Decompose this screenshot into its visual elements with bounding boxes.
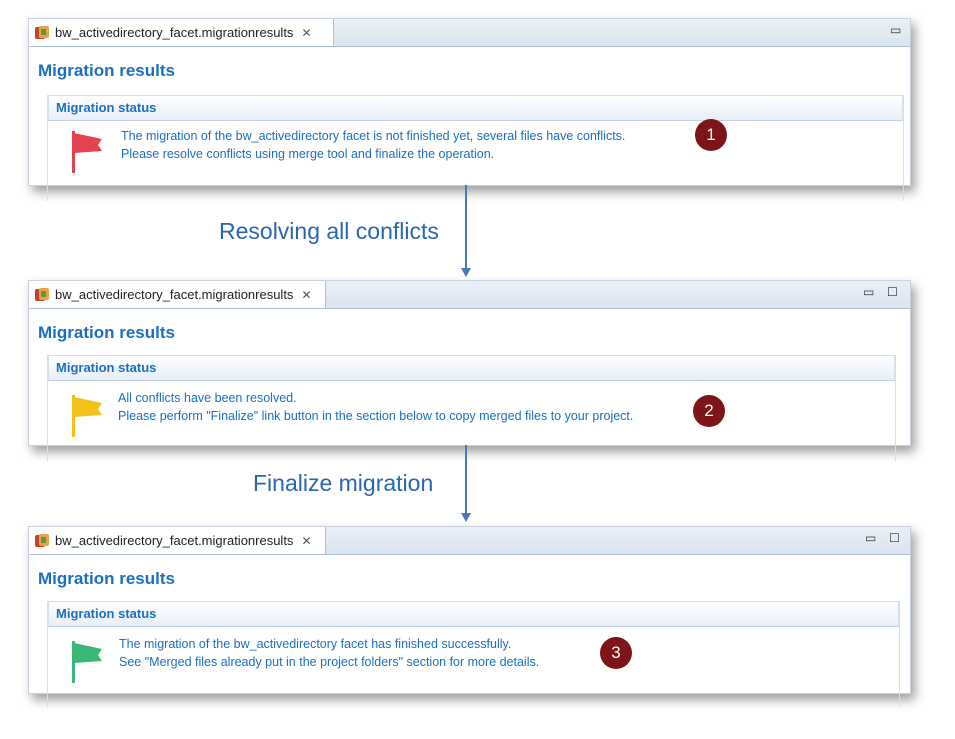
editor-tab-label: bw_activedirectory_facet.migrationresult…	[55, 287, 294, 302]
close-icon[interactable]: ✕	[301, 534, 311, 548]
migration-status-section: Migration status The migration of the bw…	[47, 601, 900, 707]
step-badge: 1	[695, 119, 727, 151]
migration-results-panel-2: bw_activedirectory_facet.migrationresult…	[28, 280, 911, 461]
flow-arrowhead-1	[461, 268, 471, 277]
maximize-icon[interactable]: ☐	[889, 532, 900, 544]
editor-tab[interactable]: bw_activedirectory_facet.migrationresult…	[29, 281, 326, 308]
facet-file-icon	[33, 24, 51, 42]
status-message-line-1: The migration of the bw_activedirectory …	[121, 129, 626, 143]
migration-status-section: Migration status All conflicts have been…	[47, 355, 896, 461]
editor-tab-label: bw_activedirectory_facet.migrationresult…	[55, 25, 294, 40]
status-message-line-2: Please resolve conflicts using merge too…	[121, 147, 495, 161]
minimize-icon[interactable]: ▭	[865, 532, 876, 544]
flow-arrowhead-2	[461, 513, 471, 522]
flag-icon	[68, 127, 106, 175]
editor-tab-bar: bw_activedirectory_facet.migrationresult…	[29, 19, 910, 47]
flow-arrow-2	[465, 445, 467, 515]
migration-results-panel-1: bw_activedirectory_facet.migrationresult…	[28, 18, 911, 201]
step-label-2: Finalize migration	[253, 470, 434, 496]
flag-icon	[68, 391, 106, 439]
page-title: Migration results	[38, 61, 175, 80]
editor-tab[interactable]: bw_activedirectory_facet.migrationresult…	[29, 527, 326, 554]
flow-arrow-1	[465, 185, 467, 270]
close-icon[interactable]: ✕	[301, 288, 311, 302]
migration-results-panel-3: bw_activedirectory_facet.migrationresult…	[28, 526, 911, 707]
section-title: Migration status	[48, 95, 903, 121]
page-title: Migration results	[38, 323, 175, 342]
status-message-line-1: The migration of the bw_activedirectory …	[119, 637, 512, 651]
status-message-line-1: All conflicts have been resolved.	[118, 391, 297, 405]
facet-file-icon	[33, 532, 51, 550]
step-badge: 3	[600, 637, 632, 669]
flag-icon	[68, 637, 106, 685]
editor-tab-bar: bw_activedirectory_facet.migrationresult…	[29, 281, 910, 309]
status-message-line-2: Please perform "Finalize" link button in…	[118, 409, 634, 423]
status-message-line-2: See "Merged files already put in the pro…	[119, 655, 540, 669]
facet-file-icon	[33, 286, 51, 304]
section-title: Migration status	[48, 355, 895, 381]
maximize-icon[interactable]: ☐	[887, 286, 898, 298]
minimize-icon[interactable]: ▭	[890, 24, 901, 36]
editor-tab-label: bw_activedirectory_facet.migrationresult…	[55, 533, 294, 548]
migration-status-section: Migration status The migration of the bw…	[47, 95, 904, 201]
step-badge: 2	[693, 395, 725, 427]
section-title: Migration status	[48, 601, 899, 627]
close-icon[interactable]: ✕	[301, 26, 311, 40]
page-title: Migration results	[38, 569, 175, 588]
editor-tab-bar: bw_activedirectory_facet.migrationresult…	[29, 527, 910, 555]
minimize-icon[interactable]: ▭	[863, 286, 874, 298]
editor-tab[interactable]: bw_activedirectory_facet.migrationresult…	[29, 19, 334, 46]
step-label-1: Resolving all conflicts	[219, 218, 439, 244]
